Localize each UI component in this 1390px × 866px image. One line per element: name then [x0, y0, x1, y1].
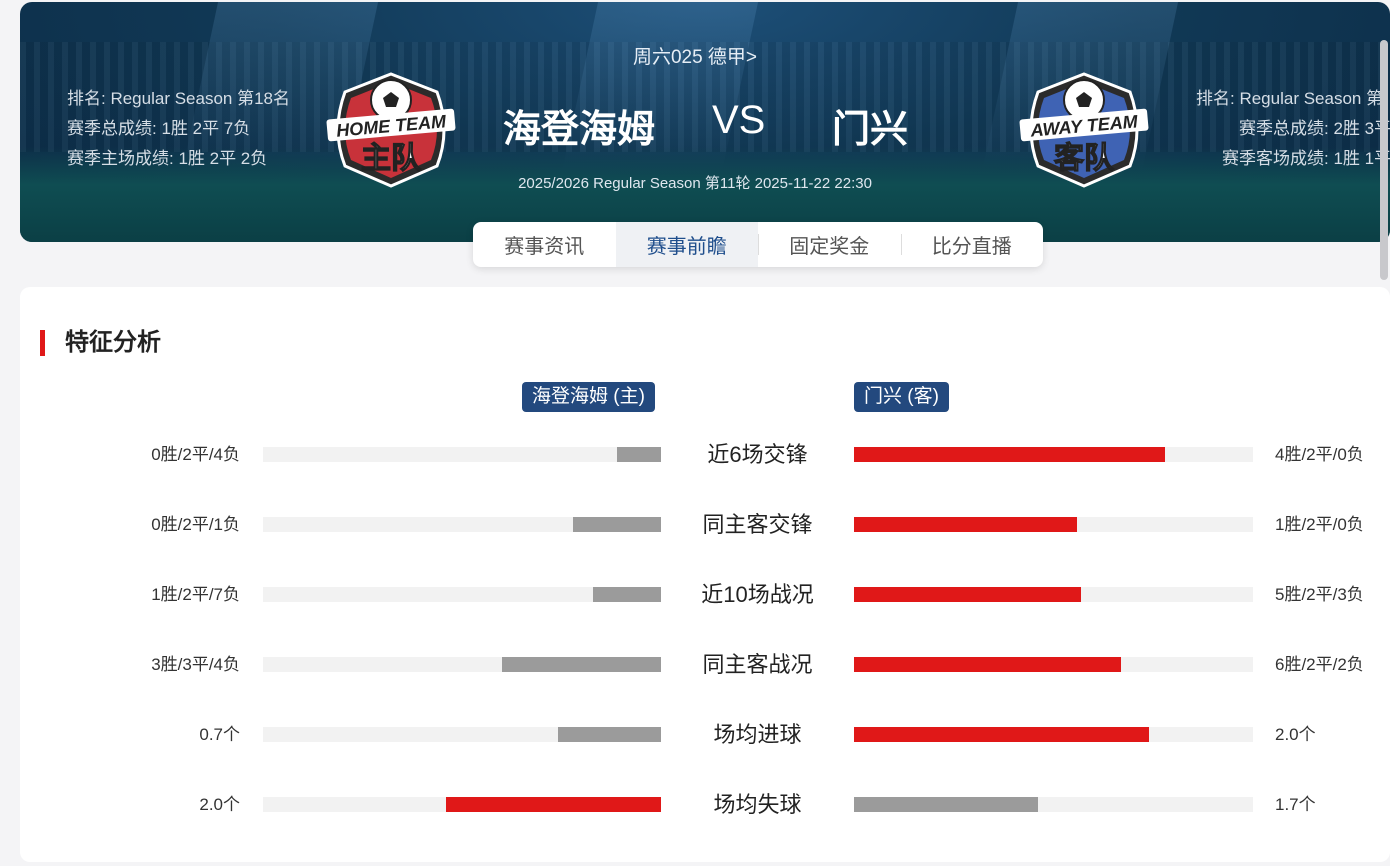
away-bar-fill: [854, 517, 1078, 532]
home-value: 0.7个: [199, 725, 240, 744]
away-bar-fill: [854, 447, 1166, 462]
home-bar-fill: [593, 587, 661, 602]
home-bar-fill: [617, 447, 661, 462]
home-bar-fill: [573, 517, 661, 532]
away-bar-track: [854, 447, 1253, 462]
home-bar-track: [263, 797, 661, 812]
away-value: 5胜/2平/3负: [1275, 585, 1364, 604]
home-value: 1胜/2平/7负: [151, 585, 240, 604]
tab-fixed-odds[interactable]: 固定奖金: [758, 222, 901, 267]
home-bar-track: [263, 587, 661, 602]
metric-label: 场均失球: [713, 792, 802, 817]
metric-label: 近6场交锋: [707, 442, 808, 467]
away-crest-cn: 客队: [1054, 141, 1115, 176]
tab-news[interactable]: 赛事资讯: [473, 222, 616, 267]
home-value: 2.0个: [199, 795, 240, 814]
home-bar-track: [263, 657, 661, 672]
comparison-row: 2.0个 场均失球 1.7个: [0, 790, 1390, 820]
home-crest-cn: 主队: [361, 141, 422, 176]
comparison-row: 3胜/3平/4负 同主客战况 6胜/2平/2负: [0, 650, 1390, 680]
away-value: 1胜/2平/0负: [1275, 515, 1364, 534]
away-value: 1.7个: [1275, 795, 1316, 814]
home-bar-track: [263, 517, 661, 532]
away-value: 2.0个: [1275, 725, 1316, 744]
analysis-card: [20, 287, 1390, 862]
comparison-row: 0胜/2平/1负 同主客交锋 1胜/2平/0负: [0, 510, 1390, 540]
scrollbar-thumb[interactable]: [1380, 40, 1388, 280]
metric-label: 场均进球: [713, 722, 802, 747]
away-value: 4胜/2平/0负: [1275, 445, 1364, 464]
away-bar-fill: [854, 727, 1150, 742]
away-team-name[interactable]: 门兴: [832, 98, 908, 153]
comparison-row: 0.7个 场均进球 2.0个: [0, 720, 1390, 750]
section-title: 特征分析: [40, 330, 161, 356]
away-bar-track: [854, 517, 1253, 532]
metric-label: 同主客交锋: [702, 512, 813, 537]
home-value: 0胜/2平/4负: [151, 445, 240, 464]
home-bar-fill: [557, 727, 661, 742]
tab-bar: 赛事资讯 赛事前瞻 固定奖金 比分直播: [473, 222, 1043, 267]
away-away-record: 赛季客场成绩: 1胜 1平: [1222, 149, 1390, 168]
away-bar-fill: [854, 587, 1082, 602]
vs-label: VS: [712, 98, 766, 142]
metric-label: 同主客战况: [702, 652, 813, 677]
league-link[interactable]: 周六025 德甲>: [0, 42, 1390, 69]
home-value: 0胜/2平/1负: [151, 515, 240, 534]
home-rank: 排名: Regular Season 第18名: [67, 89, 290, 108]
away-team-stats: 排名: Regular Season 第 赛季总成绩: 2胜 3平 赛季客场成绩…: [1190, 84, 1390, 174]
home-bar-fill: [446, 797, 661, 812]
home-bar-track: [263, 447, 661, 462]
away-bar-track: [854, 797, 1253, 812]
home-team-stats: 排名: Regular Season 第18名 赛季总成绩: 1胜 2平 7负 …: [67, 84, 290, 174]
away-bar-fill: [854, 797, 1038, 812]
away-value: 6胜/2平/2负: [1275, 655, 1364, 674]
away-bar-track: [854, 587, 1253, 602]
tab-preview[interactable]: 赛事前瞻: [615, 222, 758, 267]
away-season-record: 赛季总成绩: 2胜 3平: [1239, 119, 1390, 138]
comparison-row: 0胜/2平/4负 近6场交锋 4胜/2平/0负: [0, 440, 1390, 470]
home-value: 3胜/3平/4负: [151, 655, 240, 674]
home-bar-fill: [501, 657, 661, 672]
home-season-record: 赛季总成绩: 1胜 2平 7负: [67, 119, 251, 138]
home-team-badge: 海登海姆 (主): [522, 382, 655, 412]
match-info: 2025/2026 Regular Season 第11轮 2025-11-22…: [518, 175, 872, 192]
tab-live-score[interactable]: 比分直播: [900, 222, 1044, 267]
home-bar-track: [263, 727, 661, 742]
away-rank: 排名: Regular Season 第: [1196, 89, 1384, 108]
away-bar-track: [854, 727, 1253, 742]
away-bar-fill: [854, 657, 1122, 672]
home-team-name[interactable]: 海登海姆: [503, 98, 655, 153]
comparison-row: 1胜/2平/7负 近10场战况 5胜/2平/3负: [0, 580, 1390, 610]
away-bar-track: [854, 657, 1253, 672]
metric-label: 近10场战况: [701, 582, 814, 607]
home-home-record: 赛季主场成绩: 1胜 2平 2负: [67, 149, 268, 168]
away-team-badge: 门兴 (客): [854, 382, 949, 412]
